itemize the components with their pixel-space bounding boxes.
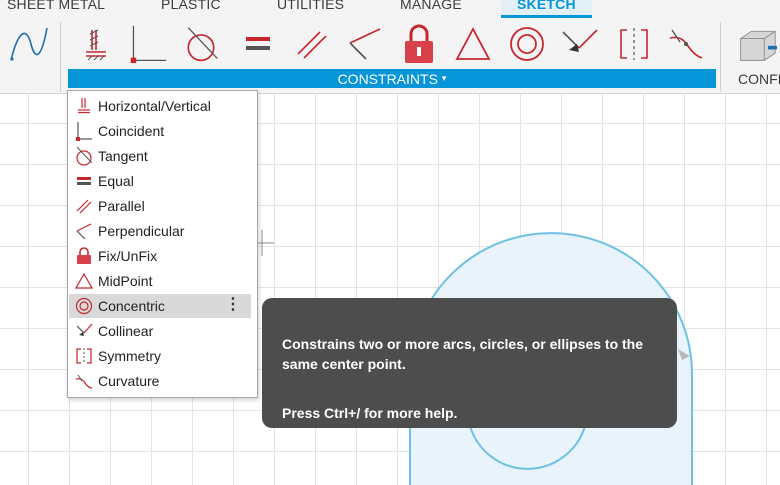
tab-sheet-metal[interactable]: SHEET METAL	[7, 0, 105, 12]
constraints-group-label: CONSTRAINTS	[337, 70, 438, 87]
tangent-icon	[73, 146, 95, 166]
concentric-icon	[73, 296, 95, 316]
constraints-dropdown-menu: Horizontal/Vertical Coincident Tangent E…	[67, 90, 258, 398]
parallel-icon	[73, 196, 95, 216]
menu-item-label: Equal	[98, 173, 134, 189]
tab-plastic[interactable]: PLASTIC	[161, 0, 221, 12]
tab-manage[interactable]: MANAGE	[400, 0, 462, 12]
ribbon-tabs: SHEET METAL PLASTIC UTILITIES MANAGE SKE…	[0, 0, 780, 18]
menu-item-concentric[interactable]: Concentric ⋮	[69, 294, 251, 318]
coincident-icon	[73, 121, 95, 141]
menu-item-label: Fix/UnFix	[98, 248, 158, 264]
constraints-group-button[interactable]: CONSTRAINTS ▾	[68, 69, 716, 88]
menu-item-fix-unfix[interactable]: Fix/UnFix	[69, 244, 251, 268]
chevron-down-icon: ▾	[441, 73, 447, 83]
menu-item-label: Horizontal/Vertical	[98, 98, 211, 114]
menu-item-label: Curvature	[98, 373, 160, 389]
spline-icon[interactable]	[9, 22, 49, 66]
configure-group-label[interactable]: CONFI	[738, 71, 780, 87]
menu-item-collinear[interactable]: Collinear	[69, 319, 251, 343]
menu-item-label: MidPoint	[98, 273, 153, 289]
horizontal-vertical-icon	[73, 96, 95, 116]
configure-box-icon[interactable]	[737, 22, 777, 66]
menu-item-label: Tangent	[98, 148, 148, 164]
curvature-icon[interactable]	[666, 22, 706, 66]
parallel-icon[interactable]	[292, 22, 332, 66]
tooltip-description: Constrains two or more arcs, circles, or…	[282, 336, 644, 372]
menu-item-parallel[interactable]: Parallel	[69, 194, 251, 218]
menu-item-horizontal-vertical[interactable]: Horizontal/Vertical	[69, 94, 251, 118]
menu-item-equal[interactable]: Equal	[69, 169, 251, 193]
fix-unfix-lock-icon[interactable]	[399, 22, 439, 66]
more-options-icon[interactable]: ⋮	[225, 297, 241, 313]
perpendicular-icon	[73, 221, 95, 241]
perpendicular-icon[interactable]	[345, 22, 385, 66]
midpoint-icon[interactable]	[453, 22, 493, 66]
tooltip: Constrains two or more arcs, circles, or…	[262, 298, 677, 428]
equal-icon	[73, 171, 95, 191]
concentric-icon[interactable]	[507, 22, 547, 66]
symmetry-icon	[73, 346, 95, 366]
menu-item-label: Parallel	[98, 198, 145, 214]
menu-item-coincident[interactable]: Coincident	[69, 119, 251, 143]
midpoint-icon	[73, 271, 95, 291]
toolbar-separator	[720, 22, 721, 92]
symmetry-icon[interactable]	[614, 22, 654, 66]
menu-item-tangent[interactable]: Tangent	[69, 144, 251, 168]
menu-item-label: Collinear	[98, 323, 154, 339]
menu-item-label: Symmetry	[98, 348, 161, 364]
menu-item-label: Coincident	[98, 123, 165, 139]
tooltip-help-hint: Press Ctrl+/ for more help.	[282, 405, 458, 421]
toolbar-separator	[60, 22, 61, 92]
collinear-icon[interactable]	[559, 22, 599, 66]
curvature-icon	[73, 371, 95, 391]
menu-item-perpendicular[interactable]: Perpendicular	[69, 219, 251, 243]
tab-sketch[interactable]: SKETCH	[501, 0, 592, 18]
menu-item-midpoint[interactable]: MidPoint	[69, 269, 251, 293]
menu-item-curvature[interactable]: Curvature	[69, 369, 251, 393]
menu-item-label: Perpendicular	[98, 223, 185, 239]
fix-unfix-lock-icon	[73, 246, 95, 266]
menu-item-label: Concentric	[98, 298, 165, 314]
horizontal-vertical-icon[interactable]	[76, 22, 116, 66]
tab-utilities[interactable]: UTILITIES	[277, 0, 344, 12]
collinear-icon	[73, 321, 95, 341]
tangent-icon[interactable]	[181, 22, 221, 66]
coincident-icon[interactable]	[128, 22, 168, 66]
toolbar: CONSTRAINTS ▾ CONFI	[0, 18, 780, 94]
equal-icon[interactable]	[238, 22, 278, 66]
menu-item-symmetry[interactable]: Symmetry	[69, 344, 251, 368]
